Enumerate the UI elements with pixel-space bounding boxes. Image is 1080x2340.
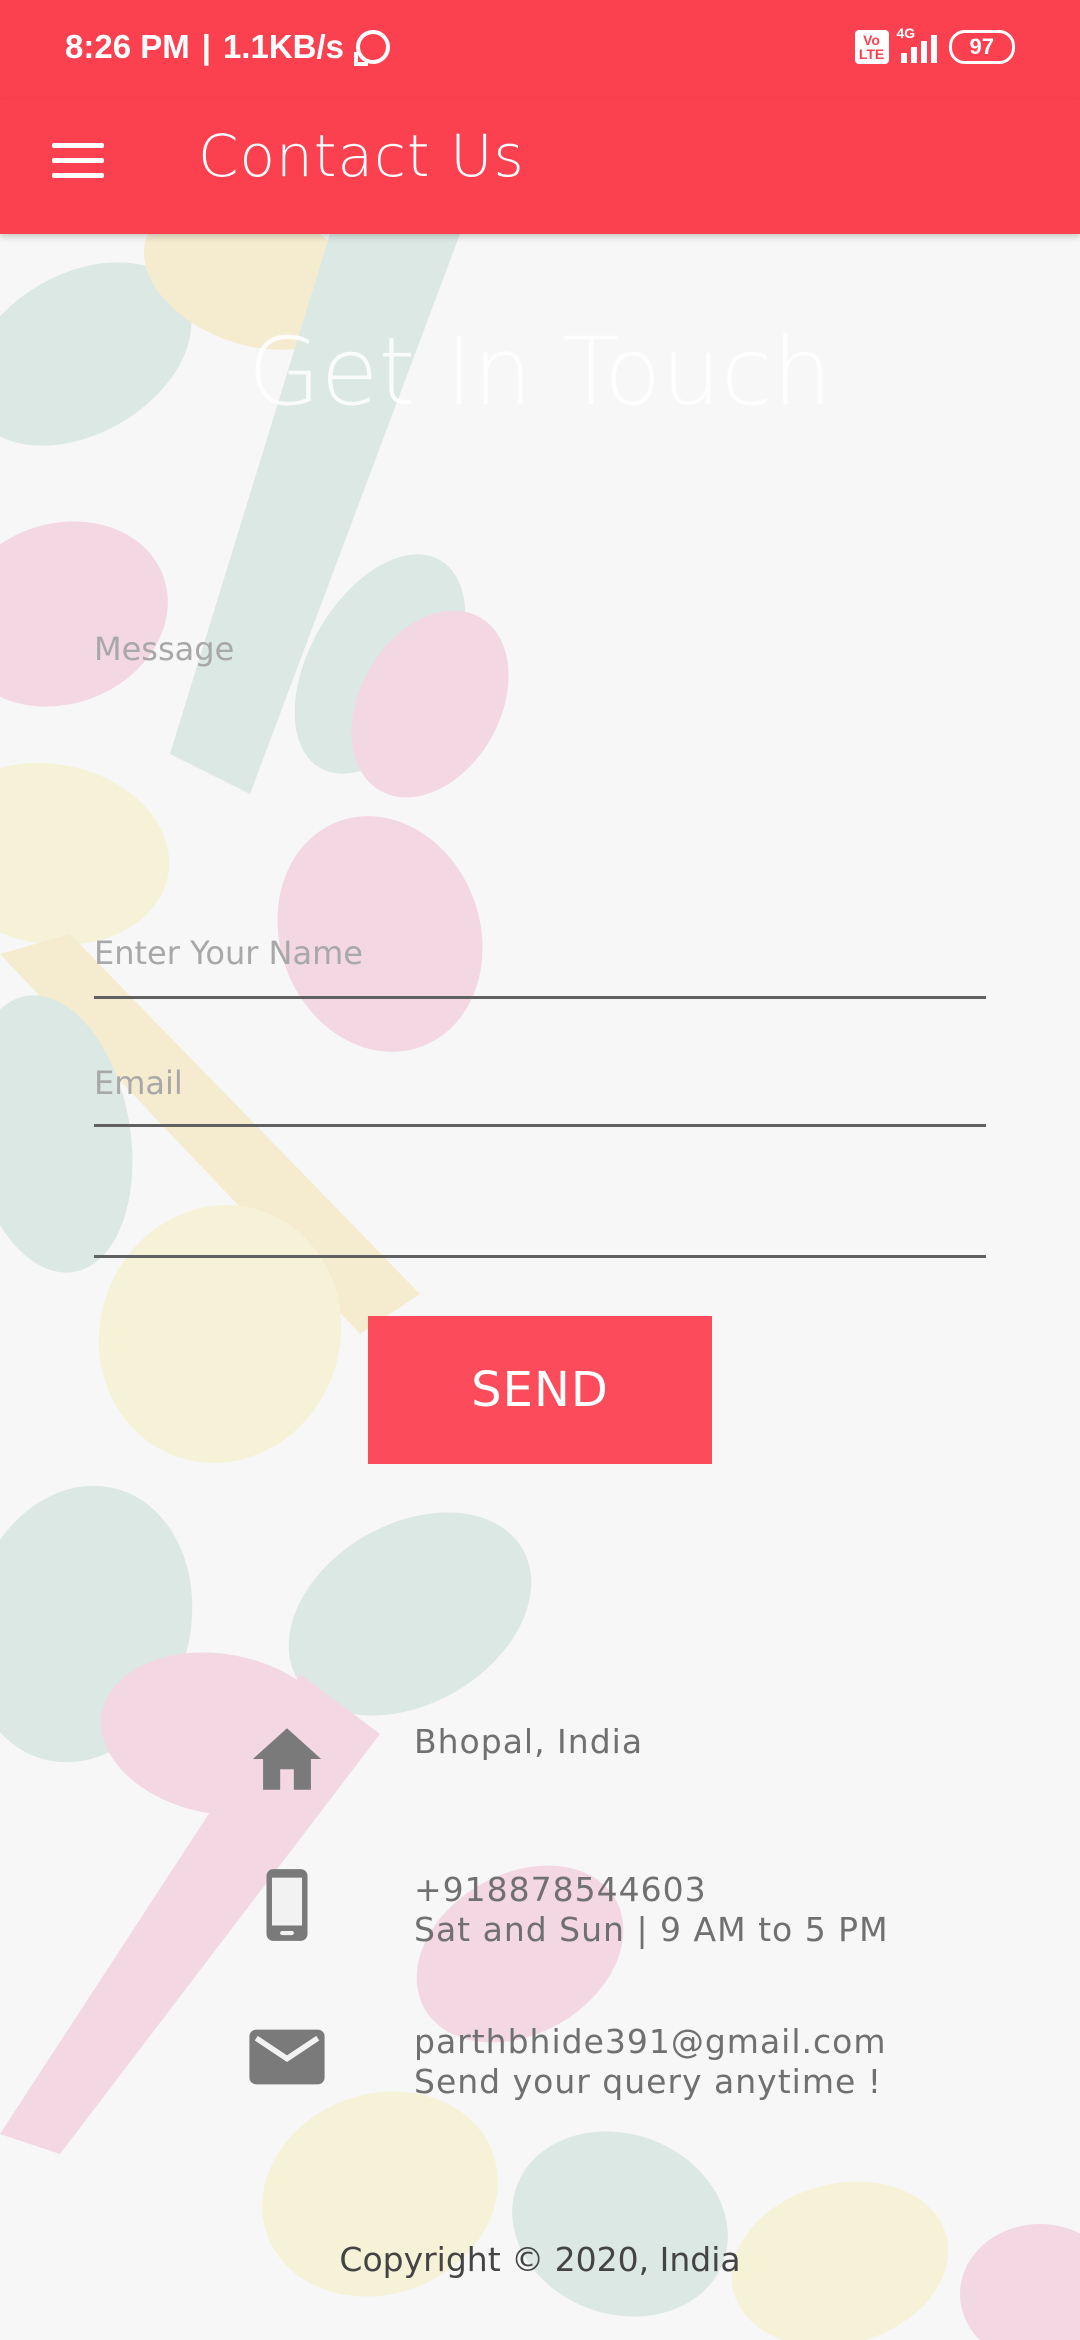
email-note: Send your query anytime ! (414, 2062, 882, 2101)
email-address[interactable]: parthbhide391@gmail.com (414, 2022, 886, 2062)
name-field[interactable]: Enter Your Name (94, 934, 363, 972)
network-speed: 1.1KB/s (222, 28, 345, 65)
network-type: 4G (896, 25, 916, 41)
message-field-underline (94, 996, 986, 999)
contact-content: Get In Touch Message Enter Your Name Ema… (0, 234, 1080, 2340)
send-button[interactable]: SEND (368, 1316, 712, 1464)
phone-icon (266, 1869, 308, 1941)
whatsapp-icon (356, 30, 391, 64)
status-bar: 8:26 PM | 1.1KB/s Vo LTE 4G 97 (0, 0, 1080, 100)
status-right: Vo LTE 4G 97 (854, 25, 1015, 64)
status-left: 8:26 PM | 1.1KB/s (65, 28, 391, 66)
home-icon (252, 1728, 322, 1790)
copyright-text: Copyright © 2020, India (339, 2240, 741, 2279)
message-field[interactable]: Message (94, 630, 234, 668)
status-time: 8:26 PM (65, 28, 190, 65)
page-title: Contact Us (198, 122, 525, 190)
email-field-underline (94, 1255, 986, 1258)
battery-icon: 97 (948, 30, 1015, 64)
volte-icon: Vo LTE (854, 30, 889, 64)
app-bar: Contact Us (0, 100, 1080, 234)
status-divider: | (201, 28, 211, 65)
mail-icon (249, 2029, 325, 2085)
address-text: Bhopal, India (414, 1722, 644, 1761)
phone-hours: Sat and Sun | 9 AM to 5 PM (414, 1910, 889, 1949)
get-in-touch-heading: Get In Touch (247, 318, 833, 427)
name-field-underline (94, 1124, 986, 1127)
signal-icon: 4G (897, 25, 937, 63)
email-field[interactable]: Email (94, 1064, 183, 1102)
hamburger-menu-icon[interactable] (52, 140, 104, 180)
phone-number[interactable]: +918878544603 (414, 1870, 889, 1910)
battery-level: 97 (969, 34, 994, 59)
